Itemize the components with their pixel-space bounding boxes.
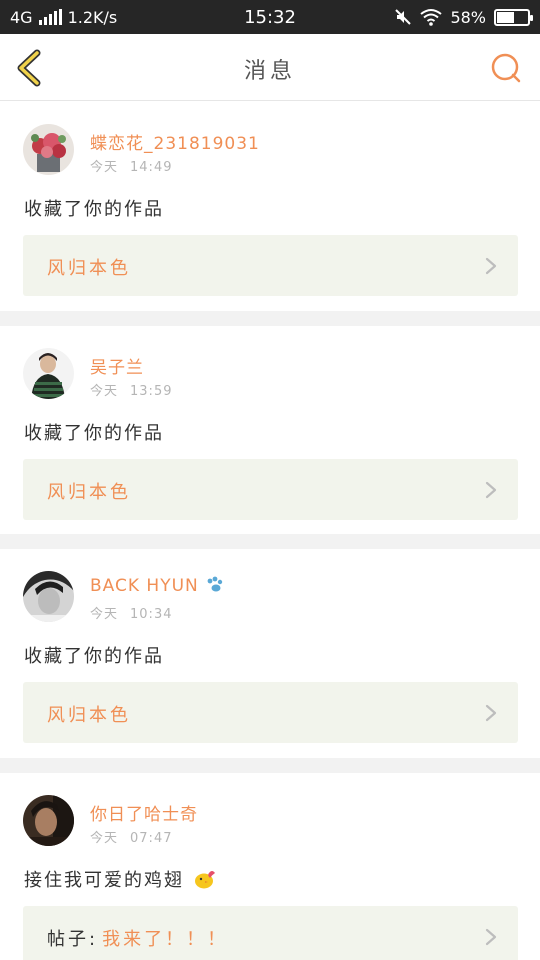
referenced-post[interactable]: 帖子: 我来了！！！ (23, 906, 518, 960)
divider (0, 758, 540, 773)
message-text: 接住我可爱的鸡翅 (24, 866, 216, 892)
chevron-left-icon[interactable] (10, 48, 50, 88)
battery-fill (497, 11, 514, 23)
divider (0, 534, 540, 549)
username[interactable]: 你日了哈士奇 (90, 800, 198, 825)
status-right: 58% (394, 7, 533, 27)
message-text: 收藏了你的作品 (24, 646, 164, 667)
chevron-right-icon (485, 704, 497, 722)
chevron-right-icon (485, 928, 497, 946)
timestamp-date: 今天 (90, 160, 119, 175)
username[interactable]: 吴子兰 (90, 353, 144, 378)
divider (0, 311, 540, 326)
timestamp: 今天 07:47 (90, 827, 172, 846)
status-left: 4G 1.2K/s (10, 8, 117, 27)
battery-icon (494, 8, 533, 26)
wifi-icon (420, 9, 443, 26)
username[interactable]: BACK HYUN (90, 576, 227, 596)
referenced-post-title: 风归本色 (47, 258, 131, 279)
message-text: 收藏了你的作品 (24, 199, 164, 220)
avatar[interactable] (23, 124, 74, 175)
message-card[interactable]: 蝶恋花_231819031 今天 14:49 收藏了你的作品 风归本色 (0, 101, 540, 311)
username[interactable]: 蝶恋花_231819031 (90, 129, 260, 154)
chevron-right-icon (485, 481, 497, 499)
message-text: 收藏了你的作品 (24, 423, 164, 444)
chick-emoji-icon (194, 871, 215, 889)
timestamp-time: 13:59 (130, 384, 173, 399)
message-card[interactable]: BACK HYUN 今天 10:34 收藏了你的作品 风归本色 (0, 549, 540, 758)
avatar[interactable] (23, 571, 74, 622)
referenced-post-title: 帖子: 我来了！！！ (47, 925, 228, 951)
referenced-post-title: 风归本色 (47, 482, 131, 503)
timestamp: 今天 14:49 (90, 156, 172, 175)
timestamp-date: 今天 (90, 384, 119, 399)
network-speed: 1.2K/s (67, 7, 118, 27)
timestamp-date: 今天 (90, 831, 119, 846)
status-bar: 4G 1.2K/s 15:32 58% (0, 0, 540, 34)
message-list: 蝶恋花_231819031 今天 14:49 收藏了你的作品 风归本色 吴子兰 … (0, 101, 540, 960)
page-title: 消息 (243, 59, 296, 84)
timestamp-date: 今天 (90, 607, 119, 622)
avatar[interactable] (23, 795, 74, 846)
signal-icon (38, 9, 62, 25)
timestamp-time: 07:47 (130, 831, 173, 846)
timestamp: 今天 10:34 (90, 603, 172, 622)
username-text: BACK HYUN (90, 576, 199, 596)
referenced-post-title: 风归本色 (47, 705, 131, 726)
timestamp: 今天 13:59 (90, 380, 172, 399)
timestamp-time: 10:34 (130, 607, 173, 622)
referenced-post[interactable]: 风归本色 (23, 682, 518, 743)
mute-icon (395, 9, 412, 25)
chevron-right-icon (485, 257, 497, 275)
referenced-post-prefix: 帖子: (47, 929, 99, 950)
referenced-post[interactable]: 风归本色 (23, 459, 518, 520)
battery-percent: 58% (450, 7, 486, 27)
message-card[interactable]: 你日了哈士奇 今天 07:47 接住我可爱的鸡翅 帖子: 我来了！！！ (0, 773, 540, 960)
referenced-post-title-text: 我来了！！！ (102, 929, 229, 950)
referenced-post[interactable]: 风归本色 (23, 235, 518, 296)
network-type: 4G (10, 7, 33, 27)
nav-bar: 消息 (0, 34, 540, 101)
avatar[interactable] (23, 348, 74, 399)
message-text-content: 接住我可爱的鸡翅 (24, 870, 184, 891)
timestamp-time: 14:49 (130, 160, 173, 175)
paw-icon (207, 576, 223, 592)
search-icon[interactable] (490, 52, 522, 84)
message-card[interactable]: 吴子兰 今天 13:59 收藏了你的作品 风归本色 (0, 326, 540, 534)
